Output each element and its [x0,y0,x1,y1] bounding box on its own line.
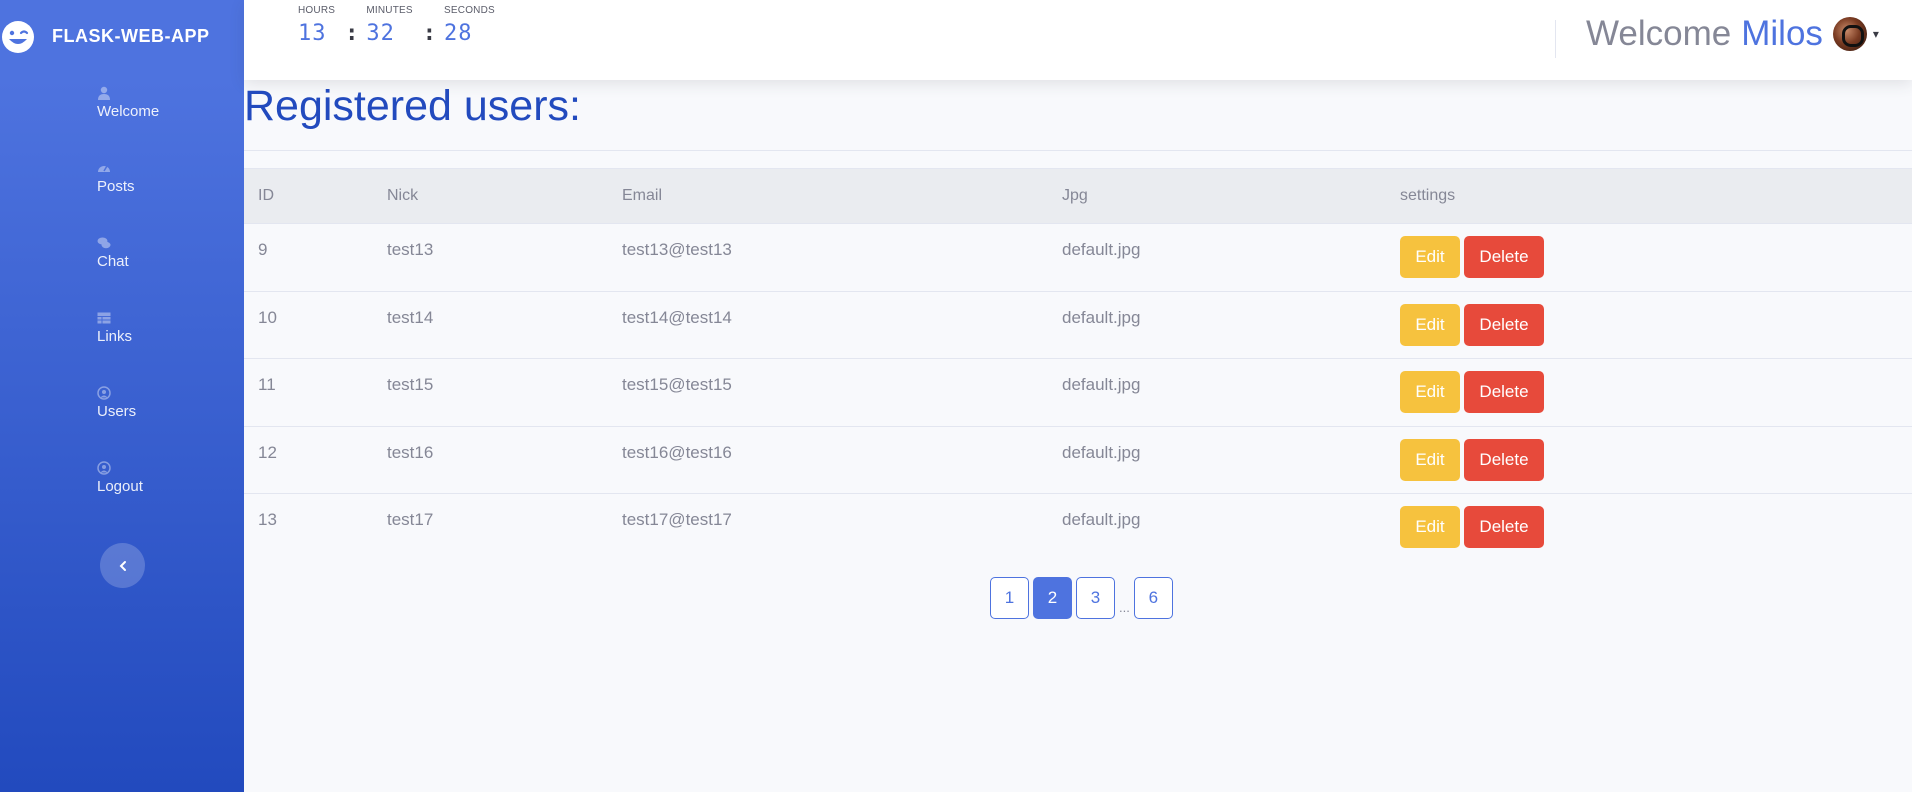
delete-button[interactable]: Delete [1464,371,1544,414]
cell-settings: Edit Delete [1400,506,1912,549]
clock-seconds: SECONDS 28 [444,5,495,46]
user-name: Milos [1741,14,1823,53]
caret-down-icon[interactable]: ▾ [1873,27,1879,41]
cell-id: 9 [258,240,268,259]
cell-settings: Edit Delete [1400,236,1912,279]
cell-settings: Edit Delete [1400,303,1912,346]
tachometer-icon [98,165,110,172]
delete-button[interactable]: Delete [1464,236,1544,279]
cell-id: 13 [258,510,277,529]
cell-email: test16@test16 [622,442,732,462]
sidebar-item-label: Logout [97,477,143,495]
page-link-6[interactable]: 6 [1133,577,1173,619]
table-row: 12 test16 test16@test16 default.jpg Edit… [244,425,1912,494]
edit-button[interactable]: Edit [1400,506,1460,549]
sidebar-item-chat[interactable]: Chat [0,215,244,290]
user-circle-icon [97,385,111,400]
users-table: ID Nick Email Jpg settings 9 test13 test… [244,168,1912,561]
pagination: 1 2 3 ... 6 [990,577,1173,619]
cell-id: 11 [258,375,276,394]
clock-separator: : [422,21,437,46]
sidebar-item-posts[interactable]: Posts [0,140,244,215]
comments-icon [97,237,111,248]
page-link-2-active[interactable]: 2 [1033,577,1072,619]
cell-jpg: default.jpg [1062,510,1141,529]
pagination-ellipsis: ... [1119,600,1130,615]
clock: HOURS 13 : MINUTES 32 : SECONDS 28 [298,5,495,46]
topbar-divider [1555,20,1556,58]
page-link-3[interactable]: 3 [1076,577,1115,619]
edit-button[interactable]: Edit [1400,303,1460,346]
sidebar-item-links[interactable]: Links [0,290,244,365]
column-header-email: Email [622,187,663,204]
sidebar-item-logout[interactable]: Logout [0,440,244,515]
cell-jpg: default.jpg [1062,307,1141,327]
user-icon [98,86,110,100]
sidebar-item-label: Users [97,402,137,420]
sidebar-item-label: Links [97,327,133,345]
cell-nick: test13 [387,240,434,259]
clock-minutes-label: MINUTES [366,5,413,16]
cell-jpg: default.jpg [1062,240,1141,259]
welcome-text: Welcome [1586,14,1732,53]
cell-email: test15@test15 [622,375,732,394]
cell-settings: Edit Delete [1400,371,1912,414]
column-header-jpg: Jpg [1062,187,1088,204]
cell-settings: Edit Delete [1400,438,1912,481]
table-header: ID Nick Email Jpg settings [244,168,1912,223]
sidebar: FLASK-WEB-APP Welcome Posts Chat Links U… [0,0,244,792]
cell-id: 12 [258,442,277,462]
edit-button[interactable]: Edit [1400,371,1460,414]
cell-jpg: default.jpg [1062,442,1141,462]
clock-hours-label: HOURS [298,5,336,16]
clock-hours-value: 13 [298,21,327,46]
avatar[interactable] [1832,17,1867,51]
column-header-settings: settings [1400,187,1456,204]
cell-email: test14@test14 [622,307,732,327]
sidebar-item-label: Chat [97,252,129,270]
table-row: 10 test14 test14@test14 default.jpg Edit… [244,290,1912,359]
sidebar-item-users[interactable]: Users [0,365,244,440]
cell-email: test17@test17 [622,510,732,529]
cell-nick: test15 [387,375,434,394]
column-header-id: ID [258,187,274,204]
cell-email: test13@test13 [622,240,732,259]
chevron-left-icon [119,560,126,571]
cell-id: 10 [258,307,277,327]
sidebar-item-label: Posts [97,177,135,195]
user-menu[interactable]: Welcome Milos ▾ [1586,14,1879,54]
cell-nick: test16 [387,442,434,462]
clock-separator: : [345,21,359,46]
edit-button[interactable]: Edit [1400,236,1460,279]
clock-minutes-value: 32 [366,21,395,46]
table-row: 13 test17 test17@test17 default.jpg Edit… [244,493,1912,561]
topbar: HOURS 13 : MINUTES 32 : SECONDS 28 Welco… [244,0,1912,80]
column-header-nick: Nick [387,187,419,204]
laugh-wink-icon [0,19,36,55]
clock-minutes: MINUTES 32 [366,5,412,46]
clock-seconds-value: 28 [444,21,473,46]
brand-name: FLASK-WEB-APP [52,26,210,46]
table-row: 11 test15 test15@test15 default.jpg Edit… [244,358,1912,426]
cell-nick: test17 [387,510,434,529]
table-icon [97,312,111,323]
sidebar-toggle-button[interactable] [100,543,145,588]
delete-button[interactable]: Delete [1464,438,1544,481]
sidebar-item-label: Welcome [97,102,160,120]
cell-nick: test14 [387,307,434,327]
brand[interactable]: FLASK-WEB-APP [0,0,244,73]
sidebar-item-welcome[interactable]: Welcome [0,65,244,140]
clock-seconds-label: SECONDS [444,5,495,16]
table-row: 9 test13 test13@test13 default.jpg Edit … [244,223,1912,291]
clock-hours: HOURS 13 [298,5,335,46]
page-link-1[interactable]: 1 [990,577,1029,619]
delete-button[interactable]: Delete [1464,506,1544,549]
edit-button[interactable]: Edit [1400,438,1460,481]
delete-button[interactable]: Delete [1464,303,1544,346]
user-circle-icon [97,460,111,475]
divider [244,150,1912,151]
page-title: Registered users: [244,82,581,130]
cell-jpg: default.jpg [1062,375,1141,394]
